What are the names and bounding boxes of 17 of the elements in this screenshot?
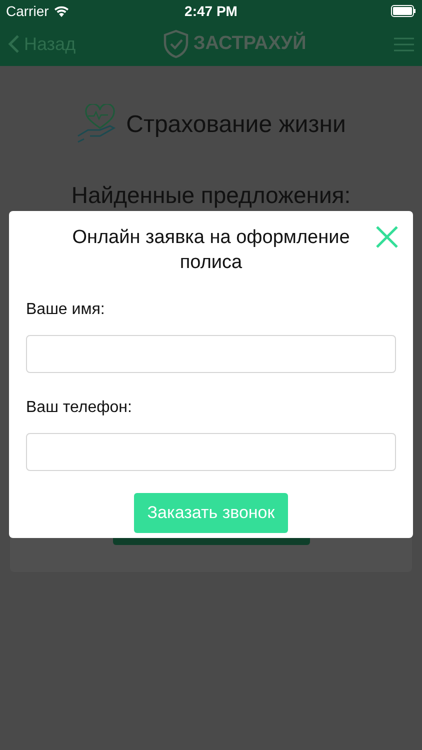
close-button[interactable] xyxy=(375,225,399,249)
dialog-title: Онлайн заявка на оформление полиса xyxy=(71,226,351,275)
chevron-left-icon xyxy=(8,34,20,54)
menu-icon[interactable] xyxy=(394,36,414,52)
field-label: Ваше имя: xyxy=(26,301,106,319)
app-logo: ЗАСТРАХУЙ xyxy=(193,33,306,55)
page-title: Страхование жизни xyxy=(126,111,346,139)
field-label: Ваш телефон: xyxy=(26,399,133,417)
input-field[interactable] xyxy=(26,335,396,373)
input-field[interactable] xyxy=(26,433,396,471)
wifi-icon xyxy=(54,6,69,16)
carrier-label: Carrier xyxy=(6,3,49,19)
shield-check-icon xyxy=(163,29,190,59)
battery-icon xyxy=(391,5,416,17)
section-heading: Найденные предложения: xyxy=(71,182,351,208)
clock-time: 2:47 PM xyxy=(184,3,238,19)
submit-button[interactable]: Заказать звонок xyxy=(134,493,288,533)
